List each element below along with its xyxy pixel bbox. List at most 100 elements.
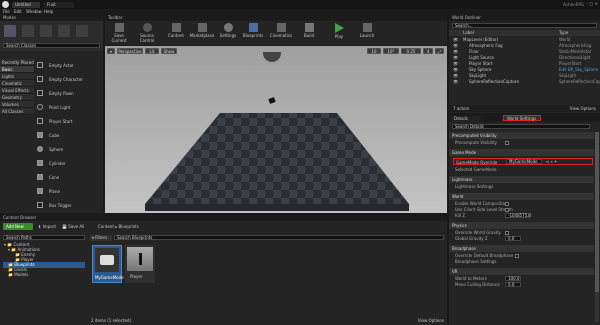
content-browser-footer: 2 items (1 selected) View Options <box>88 317 447 324</box>
search-paths-input[interactable]: Search Paths <box>3 235 85 240</box>
toolbar-header: Toolbar <box>105 15 447 21</box>
window-controls[interactable]: – □ × <box>586 1 598 6</box>
category-visual-effects[interactable]: Visual Effects <box>0 87 34 94</box>
type-column-header[interactable]: Type <box>559 30 568 36</box>
checkered-floor[interactable] <box>105 46 447 213</box>
save-button[interactable]: Save Current <box>107 22 131 44</box>
lightmass-settings-row[interactable]: Lightmass Settings <box>455 184 594 190</box>
browse-icon[interactable]: ⇐ ⌕ + <box>546 159 558 164</box>
outliner-row[interactable]: 👁 SphereReflectionCapture SphereReflection… <box>449 79 600 85</box>
asset-mygamemode[interactable]: MyGameMode <box>92 245 124 283</box>
tab-world-settings[interactable]: World Settings <box>503 115 541 121</box>
place-mode-icon[interactable] <box>4 25 16 37</box>
settings-button[interactable]: Settings <box>217 22 239 44</box>
toolbar-panel: Toolbar Save Current Source Control Cont… <box>105 15 447 45</box>
kill-z-row: Kill Z -1048575.0 <box>455 213 532 218</box>
save-all-button[interactable]: 💾 Save All <box>62 223 84 230</box>
breadcrumb-blueprints[interactable]: Blueprints <box>118 224 138 229</box>
place-item[interactable]: Empty Character <box>36 73 100 87</box>
section-vr[interactable]: VR <box>449 268 594 275</box>
details-scrollbar[interactable] <box>595 132 599 322</box>
place-item[interactable]: Sphere <box>36 143 100 157</box>
play-button[interactable]: Play <box>327 22 351 44</box>
fruit-tab[interactable]: Fruit <box>44 2 74 8</box>
precompute-visibility-checkbox[interactable] <box>505 141 509 145</box>
import-button[interactable]: ⬇ Import <box>38 223 56 230</box>
place-item[interactable]: Empty Pawn <box>36 87 100 101</box>
category-recently-placed[interactable]: Recently Placed <box>0 59 34 66</box>
override-gravity-checkbox[interactable] <box>505 231 509 235</box>
mono-culling-row: Mono Culling Distance 0.0 <box>455 282 594 288</box>
category-geometry[interactable]: Geometry <box>0 94 34 101</box>
category-lights[interactable]: Lights <box>0 73 34 80</box>
place-item[interactable]: Player Start <box>36 115 100 129</box>
section-precomputed-visibility[interactable]: Precomputed Visibility <box>449 132 594 139</box>
marketplace-button[interactable]: Marketplace <box>189 22 215 44</box>
search-classes-input[interactable]: Search Classes <box>3 43 100 48</box>
asset-player[interactable]: Player <box>125 245 155 283</box>
mono-culling-input[interactable]: 0.0 <box>505 282 521 287</box>
geometry-mode-icon[interactable] <box>76 25 88 37</box>
category-basic[interactable]: Basic <box>0 66 34 73</box>
place-item[interactable]: Empty Actor <box>36 59 100 73</box>
level-tab[interactable]: Untitled <box>12 2 40 8</box>
place-item[interactable]: Cube <box>36 129 100 143</box>
content-button[interactable]: Content <box>165 22 187 44</box>
menu-window[interactable]: Window <box>26 9 42 14</box>
category-volumes[interactable]: Volumes <box>0 101 34 108</box>
foliage-mode-icon[interactable] <box>58 25 70 37</box>
section-game-mode[interactable]: Game Mode <box>449 149 594 156</box>
outliner-view-options[interactable]: View Options <box>570 105 596 112</box>
world-composition-checkbox[interactable] <box>505 202 509 206</box>
world-to-meters-input[interactable]: 100.0 <box>505 276 521 281</box>
override-broadphase-checkbox[interactable] <box>515 254 519 258</box>
place-item[interactable]: Cylinder <box>36 157 100 171</box>
paint-mode-icon[interactable] <box>22 25 34 37</box>
client-side-checkbox[interactable] <box>505 208 509 212</box>
add-new-button[interactable]: Add New <box>3 223 33 230</box>
menu-file[interactable]: File <box>3 9 10 14</box>
folder-tree: ▾ 📁 Content ▾ 📁 Animations 📁 Enemy 📁 Pla… <box>3 242 85 317</box>
tree-item-models[interactable]: 📁 Models <box>3 272 85 278</box>
details-search-input[interactable]: Search Details <box>452 124 590 129</box>
viewport[interactable]: ▾ Perspective Lit Show 10 10° 0.25 4 ⤢ <box>105 46 447 213</box>
filters-button[interactable]: ▾ Filters <box>90 235 112 241</box>
breadcrumb-content[interactable]: Content <box>98 224 114 229</box>
player-thumbnail <box>127 247 153 271</box>
asset-search-input[interactable]: Search Blueprints <box>114 235 444 240</box>
global-gravity-input[interactable]: 0.0 <box>505 236 521 241</box>
menu-help[interactable]: Help <box>44 9 53 14</box>
place-item[interactable]: Plane <box>36 185 100 199</box>
section-broadphase[interactable]: Broadphase <box>449 245 594 252</box>
outliner-rows: 👁 MapLevel (Editor) World 👁 Atmospheric Fog… <box>449 37 600 97</box>
title-bar: Untitled Fruit ActionRPG – □ × <box>0 0 600 9</box>
blueprints-button[interactable]: Blueprints <box>241 22 265 44</box>
place-item[interactable]: Cone <box>36 171 100 185</box>
category-all-classes[interactable]: All Classes <box>0 108 34 115</box>
place-item[interactable]: Point Light <box>36 101 100 115</box>
label-column-header[interactable]: Label <box>463 30 474 36</box>
build-button[interactable]: Build <box>297 22 321 44</box>
tab-details[interactable]: Details <box>451 116 481 122</box>
gamemode-override-label: GameMode Override <box>456 160 498 165</box>
launch-button[interactable]: Launch <box>355 22 379 44</box>
landscape-mode-icon[interactable] <box>40 25 52 37</box>
category-list: Recently Placed Basic Lights Cinematic V… <box>0 59 34 115</box>
cinematics-button[interactable]: Cinematics <box>269 22 293 44</box>
selected-gamemode-row[interactable]: Selected GameMode <box>455 167 594 173</box>
menu-edit[interactable]: Edit <box>14 9 22 14</box>
source-control-button[interactable]: Source Control <box>133 22 161 44</box>
broadphase-settings-row[interactable]: Broadphase Settings <box>455 259 594 265</box>
outliner-search-input[interactable]: Search... <box>452 23 597 28</box>
details-content: Precomputed Visibility Precompute Visibi… <box>449 132 594 325</box>
category-cinematic[interactable]: Cinematic <box>0 80 34 87</box>
section-world[interactable]: World <box>449 193 594 200</box>
gamemode-override-select[interactable]: MyGameMode <box>506 159 542 164</box>
section-physics[interactable]: Physics <box>449 222 594 229</box>
place-item[interactable]: Box Trigger <box>36 199 100 213</box>
kill-z-input[interactable]: -1048575.0 <box>505 213 531 218</box>
details-panel: Details World Settings Search Details Pr… <box>449 114 600 325</box>
breadcrumb: Content ▸ Blueprints <box>98 224 139 229</box>
content-view-options[interactable]: View Options <box>418 317 444 324</box>
section-lightmass[interactable]: Lightmass <box>449 176 594 183</box>
